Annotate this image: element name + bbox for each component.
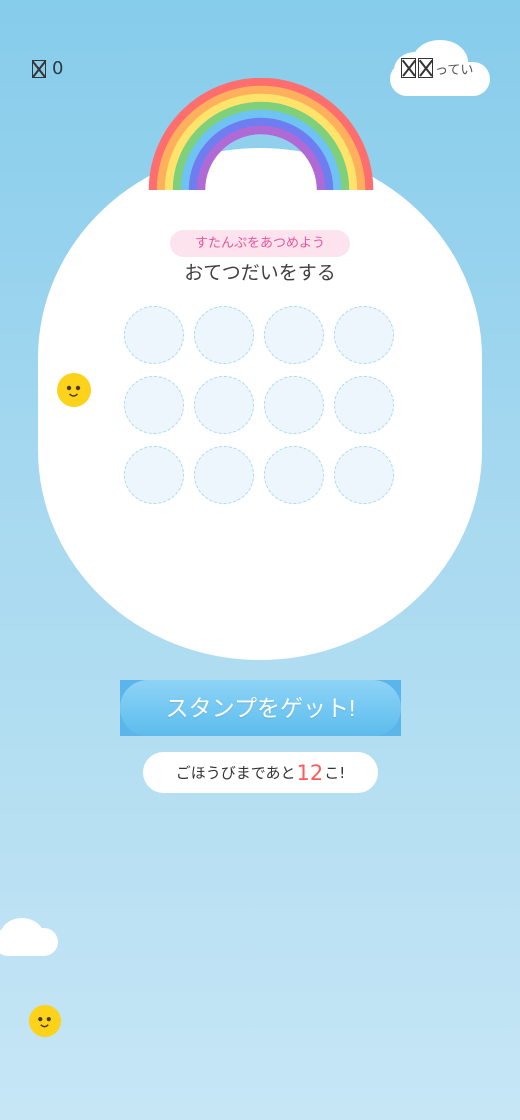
stamp-slot[interactable] <box>124 306 184 364</box>
chick-face-icon <box>57 373 91 407</box>
stamp-count: 0 <box>52 58 64 79</box>
stamp-slot[interactable] <box>124 446 184 504</box>
stamp-slot[interactable] <box>264 376 324 434</box>
stamp-slot[interactable] <box>194 306 254 364</box>
header-right-text: ってい <box>435 62 474 78</box>
get-stamp-button[interactable]: スタンプをゲット! <box>120 680 401 736</box>
get-stamp-button-label: スタンプをゲット! <box>165 695 356 721</box>
stamp-counter: 0 <box>32 58 63 79</box>
missing-glyph-icon <box>418 58 433 78</box>
stamp-slot[interactable] <box>334 306 394 364</box>
remaining-prefix: ごほうびまであと <box>175 764 296 782</box>
cloud-decoration <box>0 918 58 956</box>
missing-glyph-icon <box>401 58 416 78</box>
stamp-grid <box>124 306 396 506</box>
chick-face-icon <box>28 1004 62 1038</box>
remaining-count: 12 <box>296 760 324 785</box>
header-right-info: ってい <box>401 58 473 78</box>
stamp-slot[interactable] <box>264 446 324 504</box>
card-badge: すたんぷをあつめよう <box>170 230 350 257</box>
remaining-suffix: こ! <box>324 764 346 782</box>
card-title: おてつだいをする <box>184 262 336 284</box>
stamp-slot[interactable] <box>124 376 184 434</box>
remaining-stamps: ごほうびまであと 12 こ! <box>143 752 378 793</box>
stamp-slot[interactable] <box>334 446 394 504</box>
stamp-slot[interactable] <box>264 306 324 364</box>
stamp-slot[interactable] <box>334 376 394 434</box>
stamp-slot[interactable] <box>194 446 254 504</box>
rainbow-icon <box>140 78 382 202</box>
missing-glyph-icon <box>32 59 46 78</box>
stamp-slot[interactable] <box>194 376 254 434</box>
